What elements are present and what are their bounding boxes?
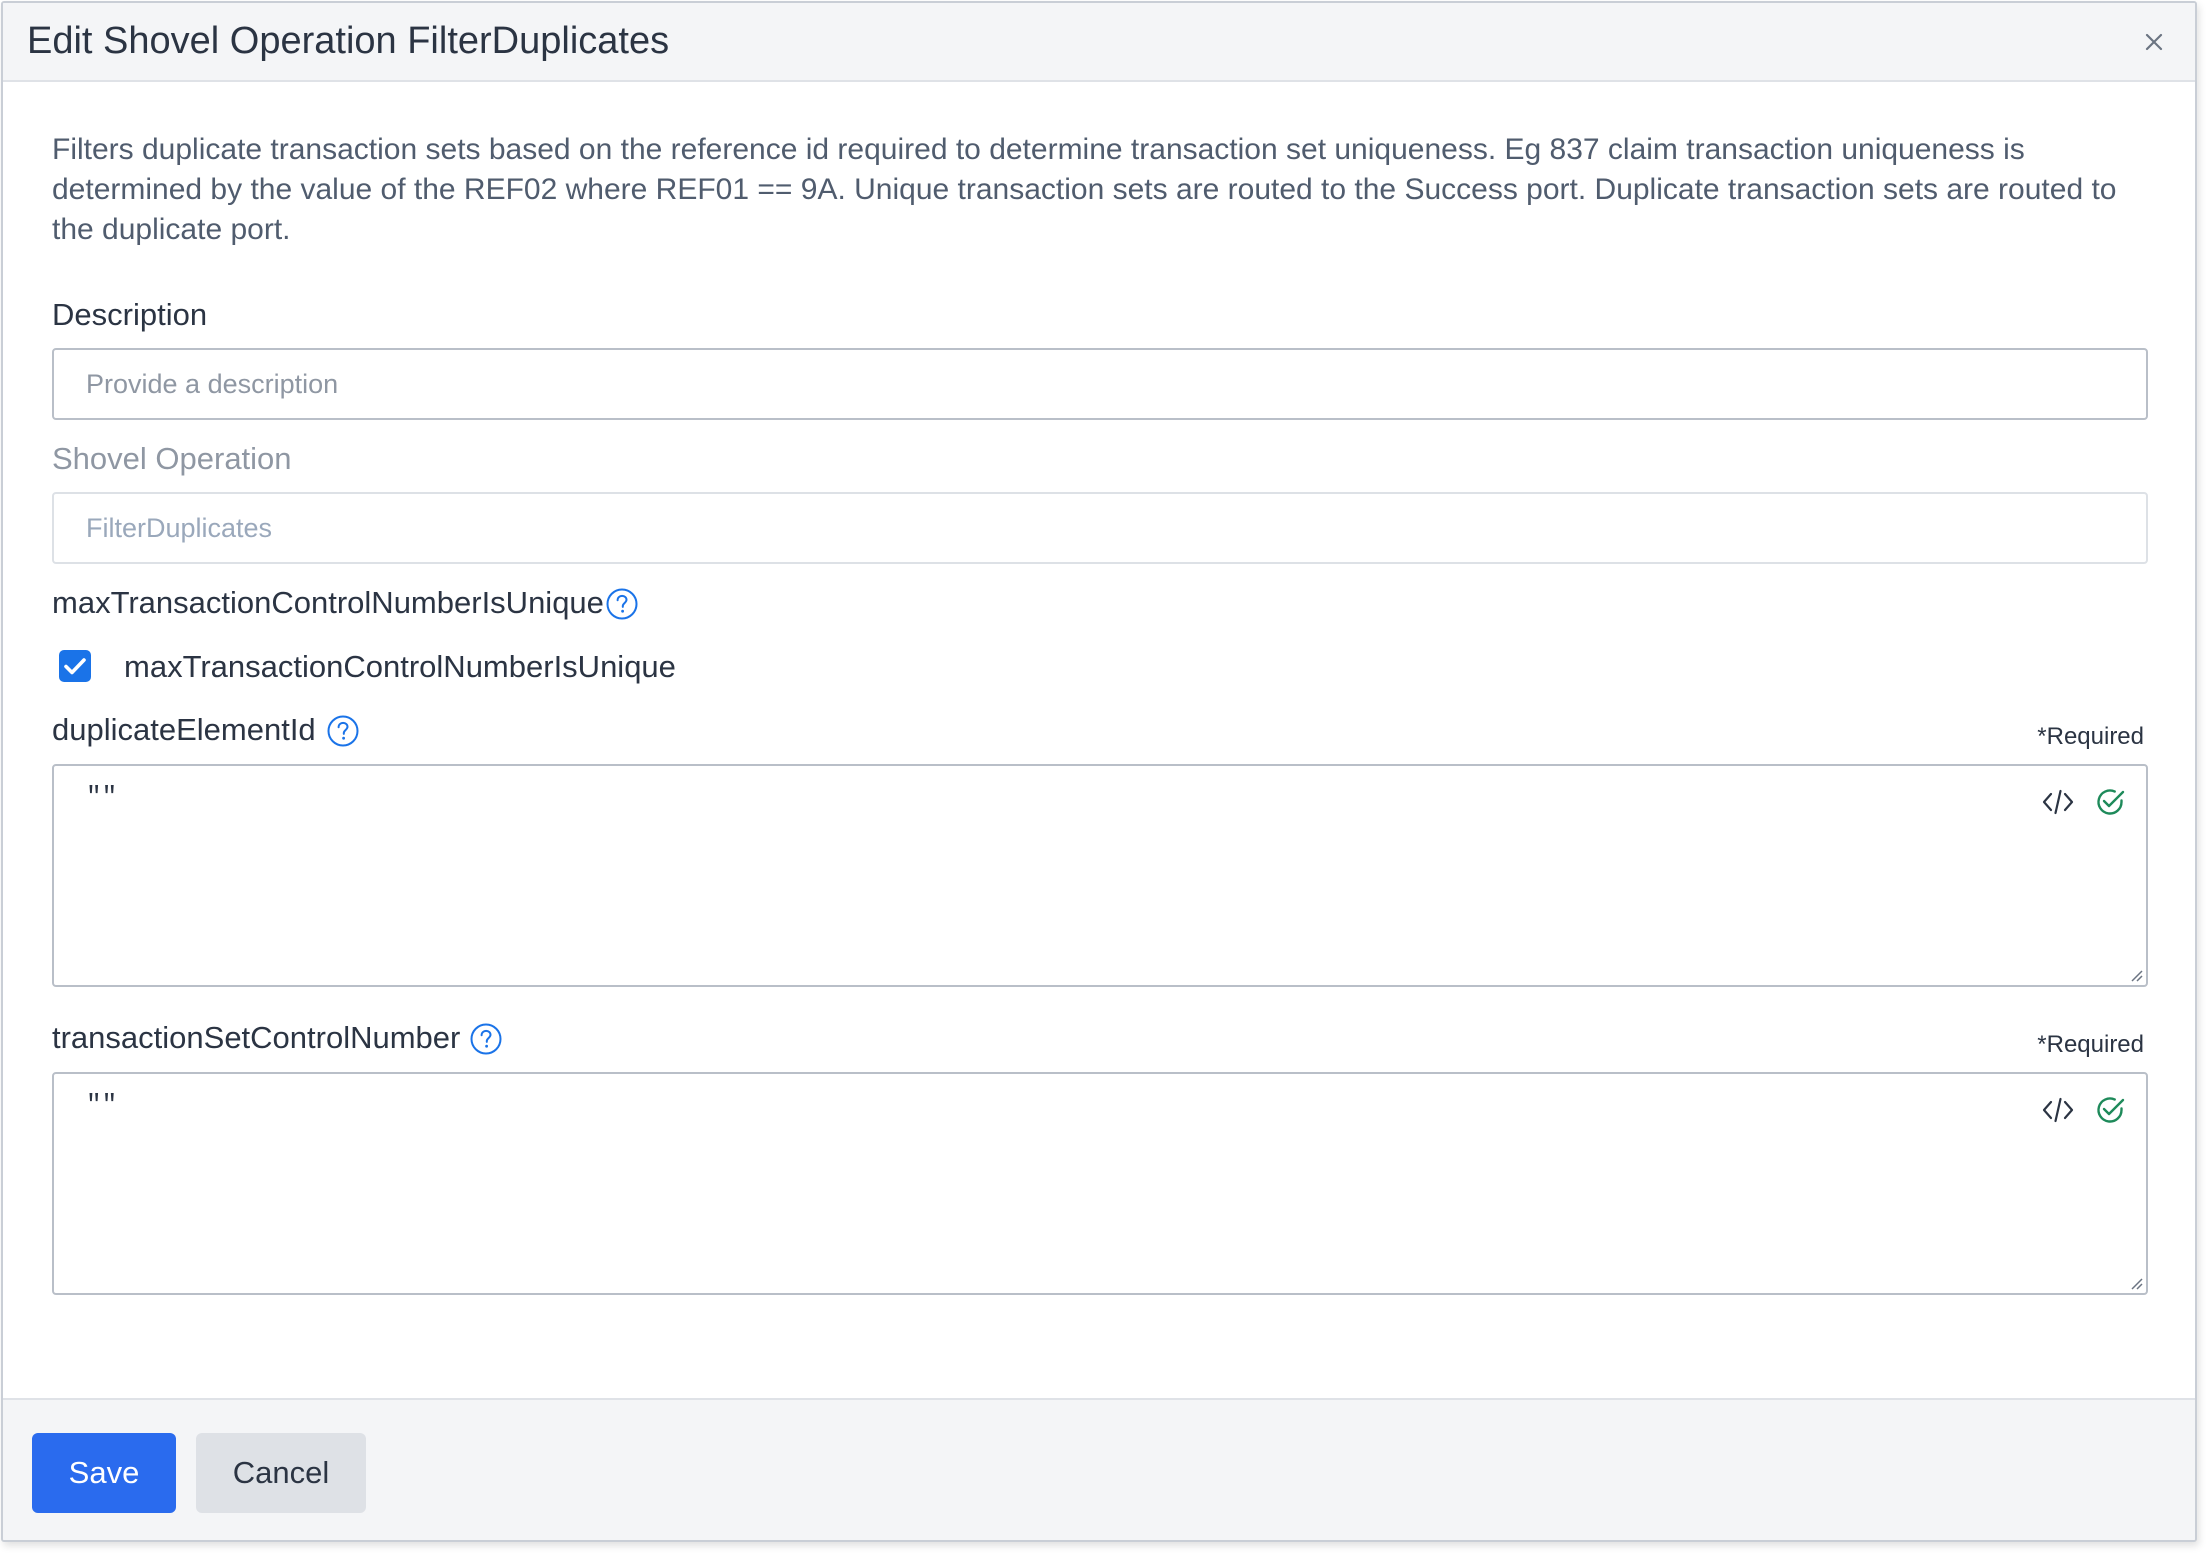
duplicate-element-id-label: duplicateElementId [52,712,316,747]
valid-check-icon[interactable] [2092,784,2128,820]
shovel-operation-value: FilterDuplicates [86,512,273,543]
duplicate-element-id-editor[interactable]: "" [52,764,2148,987]
editor-value: "" [86,1090,118,1120]
dialog-footer: Save Cancel [3,1398,2195,1540]
transaction-set-control-number-label: transactionSetControlNumber [52,1020,461,1055]
code-icon[interactable] [2040,784,2076,820]
save-button[interactable]: Save [32,1433,176,1513]
description-label: Description [52,297,208,332]
close-icon[interactable] [2137,25,2171,59]
transaction-set-control-number-editor[interactable]: "" [52,1072,2148,1295]
max-unique-label: maxTransactionControlNumberIsUnique [52,585,604,620]
code-icon[interactable] [2040,1092,2076,1128]
max-unique-checkbox-label[interactable]: maxTransactionControlNumberIsUnique [124,648,676,686]
editor-value: "" [86,782,118,812]
shovel-operation-field: FilterDuplicates [52,492,2148,564]
resize-handle[interactable] [2128,1275,2144,1291]
max-unique-checkbox[interactable] [59,650,91,682]
help-icon[interactable] [469,1022,503,1056]
dialog-title: Edit Shovel Operation FilterDuplicates [27,20,670,62]
operation-description-text: Filters duplicate transaction sets based… [52,133,2117,246]
shovel-operation-label: Shovel Operation [52,441,292,476]
required-indicator: *Required [2037,1031,2144,1058]
dialog-header: Edit Shovel Operation FilterDuplicates [3,3,2195,82]
description-input[interactable] [52,348,2148,420]
help-icon[interactable] [605,587,639,621]
required-indicator: *Required [2037,723,2144,750]
resize-handle[interactable] [2128,967,2144,983]
cancel-button[interactable]: Cancel [196,1433,366,1513]
edit-operation-dialog: Edit Shovel Operation FilterDuplicates F… [1,1,2197,1542]
help-icon[interactable] [326,714,360,748]
valid-check-icon[interactable] [2092,1092,2128,1128]
